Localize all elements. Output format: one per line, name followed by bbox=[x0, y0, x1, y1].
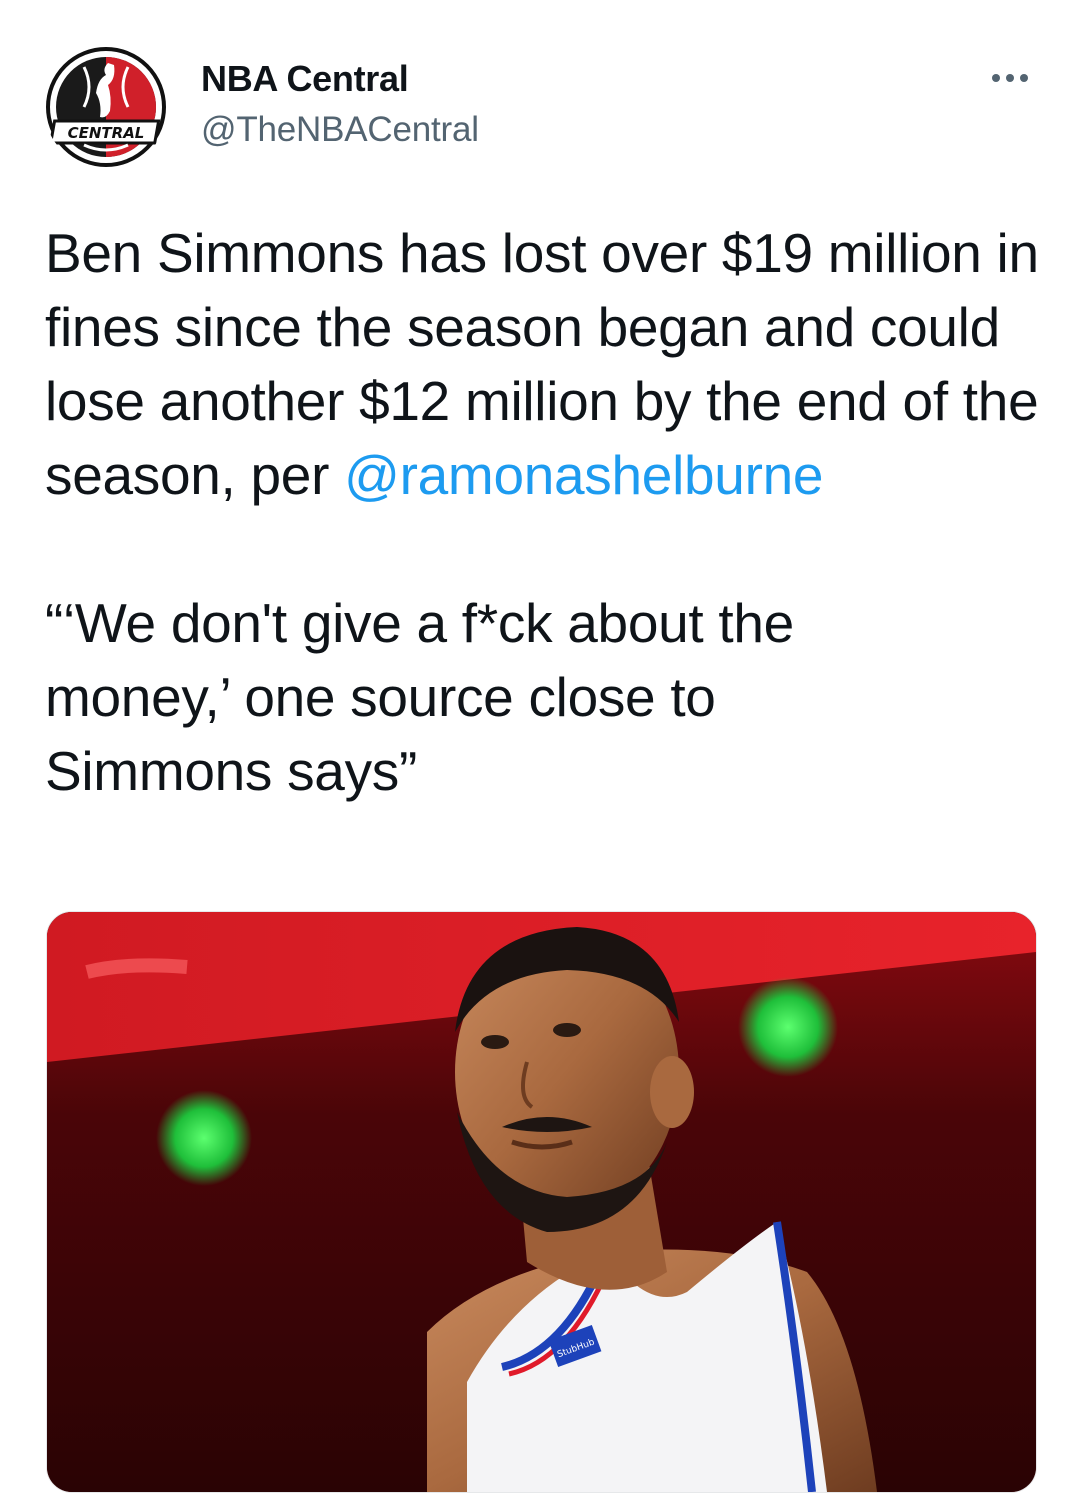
quote-line-1: “‘We don't give a f*ck about the bbox=[45, 592, 794, 654]
more-horizontal-icon bbox=[992, 74, 1028, 82]
svg-text:CENTRAL: CENTRAL bbox=[68, 124, 145, 142]
tweet-header: CENTRAL NBA Central @TheNBACentral bbox=[0, 0, 1080, 190]
mention-link[interactable]: @ramonashelburne bbox=[344, 444, 823, 506]
tweet-text: Ben Simmons has lost over $19 million in… bbox=[45, 216, 1045, 808]
account-handle[interactable]: @TheNBACentral bbox=[201, 110, 479, 150]
quote-line-3: Simmons says” bbox=[45, 740, 417, 802]
nba-central-logo-icon: CENTRAL bbox=[44, 45, 168, 169]
tweet-photo[interactable]: StubHub bbox=[46, 911, 1037, 1493]
tweet-paragraph-2: “‘We don't give a f*ck about the money,’… bbox=[45, 586, 1045, 808]
avatar[interactable]: CENTRAL bbox=[44, 45, 168, 169]
player-photo: StubHub bbox=[47, 912, 1036, 1492]
display-name[interactable]: NBA Central bbox=[201, 58, 409, 100]
quote-line-2: money,’ one source close to bbox=[45, 666, 716, 728]
more-options-button[interactable] bbox=[980, 60, 1036, 100]
tweet-paragraph-1: Ben Simmons has lost over $19 million in… bbox=[45, 216, 1045, 512]
